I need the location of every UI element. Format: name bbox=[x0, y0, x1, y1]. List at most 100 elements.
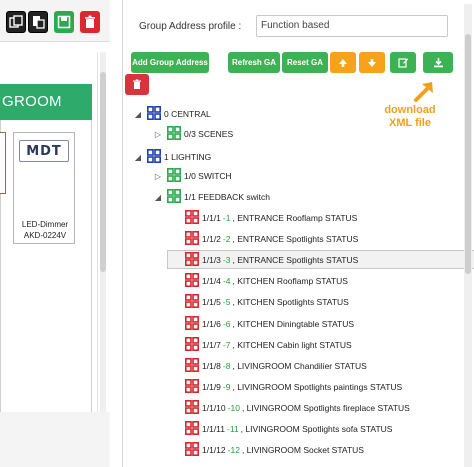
group-address-number: -6 bbox=[222, 318, 231, 329]
collapse-icon[interactable]: ◢ bbox=[133, 153, 143, 162]
left-toolbar bbox=[0, 0, 110, 42]
group-address-red-icon bbox=[185, 294, 199, 310]
group-address-code: 1/1/2 bbox=[202, 234, 221, 245]
group-address-label: , KITCHEN Rooflamp STATUS bbox=[232, 276, 348, 287]
group-address-panel: Group Address profile : Function based A… bbox=[122, 0, 474, 467]
group-address-code: 1/1/5 bbox=[202, 297, 221, 308]
tree-node-label: 1/0 SWITCH bbox=[184, 171, 232, 181]
group-address-label: , LIVINGROOM Socket STATUS bbox=[241, 445, 364, 456]
group-address-label: , ENTRANCE Spotlights STATUS bbox=[232, 255, 359, 266]
group-address-number: -3 bbox=[222, 255, 231, 266]
group-address-number: -12 bbox=[227, 445, 240, 456]
tree-node-scenes[interactable]: ▷ 0/3 SCENES bbox=[153, 124, 233, 144]
group-address-number: -2 bbox=[222, 234, 231, 245]
add-group-address-button[interactable]: Add Group Address bbox=[131, 52, 209, 73]
group-address-red-icon bbox=[185, 231, 199, 247]
group-address-red-icon bbox=[185, 421, 199, 437]
group-blue-icon bbox=[147, 106, 161, 122]
group-address-red-icon bbox=[185, 252, 199, 268]
download-icon bbox=[433, 58, 443, 68]
left-scrollbar[interactable] bbox=[100, 52, 106, 412]
group-address-number: -10 bbox=[227, 402, 240, 413]
tree-node-lighting[interactable]: ◢ 1 LIGHTING bbox=[133, 147, 211, 167]
room-panel: GROOM MDT LED-Dimmer AKD-0224V bbox=[0, 52, 98, 420]
expand-icon[interactable]: ▷ bbox=[153, 172, 163, 181]
group-address-number: -4 bbox=[222, 276, 231, 287]
delete-ga-button[interactable] bbox=[125, 74, 149, 95]
tree-node-switch[interactable]: ▷ 1/0 SWITCH bbox=[153, 166, 232, 186]
move-down-button[interactable] bbox=[359, 52, 385, 73]
group-address-item[interactable]: 1/1/2 -2, ENTRANCE Spotlights STATUS bbox=[185, 229, 358, 249]
group-address-item[interactable]: 1/1/1 -1, ENTRANCE Rooflamp STATUS bbox=[185, 208, 357, 228]
left-scrollbar-thumb[interactable] bbox=[100, 72, 106, 272]
collapse-icon[interactable]: ◢ bbox=[133, 110, 143, 119]
refresh-ga-button[interactable]: Refresh GA bbox=[228, 52, 280, 73]
group-address-item[interactable]: 1/1/11 -11, LIVINGROOM Spotlights sofa ST… bbox=[185, 419, 392, 439]
group-address-red-icon bbox=[185, 357, 199, 374]
device-model: AKD-0224V bbox=[23, 231, 67, 240]
group-address-code: 1/1/11 bbox=[202, 424, 226, 434]
group-address-red-icon bbox=[185, 442, 199, 458]
group-address-code: 1/1/6 bbox=[202, 318, 221, 329]
group-address-item[interactable]: 1/1/4 -4, KITCHEN Rooflamp STATUS bbox=[185, 271, 348, 291]
group-address-number: -7 bbox=[222, 339, 231, 350]
group-address-item[interactable]: 1/1/7 -7, KITCHEN Cabin light STATUS bbox=[185, 335, 352, 355]
group-green-icon bbox=[167, 168, 181, 184]
left-panel: GROOM MDT LED-Dimmer AKD-0224V bbox=[0, 0, 110, 467]
device-card[interactable]: MDT LED-Dimmer AKD-0224V bbox=[13, 132, 75, 244]
tree-node-feedback[interactable]: ◢ 1/1 FEEDBACK switch bbox=[153, 187, 270, 207]
group-address-number: -9 bbox=[222, 381, 231, 392]
profile-field[interactable]: Function based bbox=[256, 15, 448, 37]
group-address-item[interactable]: 1/1/10 -10, LIVINGROOM Spotlights firepla… bbox=[185, 398, 410, 418]
group-green-icon bbox=[167, 126, 181, 142]
expand-icon[interactable]: ▷ bbox=[153, 130, 163, 139]
right-scrollbar[interactable] bbox=[464, 4, 472, 467]
device-card-partial[interactable] bbox=[0, 132, 6, 194]
arrow-down-icon bbox=[368, 58, 376, 67]
mdt-logo: MDT bbox=[19, 140, 69, 162]
move-up-button[interactable] bbox=[330, 52, 356, 73]
group-address-red-icon bbox=[185, 399, 199, 416]
group-address-code: 1/1/8 bbox=[202, 360, 221, 371]
tree-node-label: 0 CENTRAL bbox=[164, 109, 211, 119]
tree-node-label: 0/3 SCENES bbox=[184, 129, 234, 139]
download-annotation: download XML file bbox=[384, 104, 436, 129]
save-icon bbox=[57, 15, 71, 29]
group-address-number: -8 bbox=[222, 360, 231, 371]
group-address-red-icon bbox=[185, 315, 199, 332]
edit-button[interactable] bbox=[390, 52, 416, 73]
group-address-item[interactable]: 1/1/8 -8, LIVINGROOM Chandilier STATUS bbox=[185, 356, 367, 376]
delete-button[interactable] bbox=[80, 11, 100, 33]
group-address-label: , LIVINGROOM Spotlights fireplace STATUS bbox=[241, 402, 410, 413]
group-address-label: , LIVINGROOM Spotlights sofa STATUS bbox=[240, 424, 393, 434]
group-address-item[interactable]: 1/1/12 -12, LIVINGROOM Socket STATUS bbox=[185, 440, 364, 460]
group-address-red-icon bbox=[185, 378, 199, 395]
download-xml-button[interactable] bbox=[423, 52, 453, 73]
group-address-code: 1/1/1 bbox=[202, 213, 221, 223]
tree-node-central[interactable]: ◢ 0 CENTRAL bbox=[133, 104, 211, 124]
copy-button[interactable] bbox=[6, 11, 26, 33]
reset-ga-button[interactable]: Reset GA bbox=[282, 52, 328, 73]
collapse-icon[interactable]: ◢ bbox=[153, 193, 163, 202]
device-name: LED-Dimmer bbox=[21, 220, 69, 229]
group-address-label: , ENTRANCE Spotlights STATUS bbox=[232, 234, 359, 245]
group-address-code: 1/1/9 bbox=[202, 381, 221, 392]
group-blue-icon bbox=[147, 149, 161, 165]
right-scrollbar-thumb[interactable] bbox=[465, 34, 471, 274]
group-address-number: -1 bbox=[222, 213, 231, 223]
paste-button[interactable] bbox=[28, 11, 48, 33]
save-button[interactable] bbox=[54, 11, 74, 33]
arrow-up-icon bbox=[339, 58, 347, 67]
trash-icon bbox=[133, 79, 141, 89]
profile-label: Group Address profile : bbox=[139, 21, 242, 32]
group-address-label: , KITCHEN Spotlights STATUS bbox=[232, 297, 349, 308]
group-address-label: , LIVINGROOM Spotlights paintings STATUS bbox=[232, 381, 403, 392]
group-address-item[interactable]: 1/1/3 -3, ENTRANCE Spotlights STATUS bbox=[185, 250, 358, 270]
group-address-item[interactable]: 1/1/6 -6, KITCHEN Diningtable STATUS bbox=[185, 314, 354, 334]
group-address-label: , ENTRANCE Rooflamp STATUS bbox=[232, 213, 358, 223]
tree-node-label: 1/1 FEEDBACK switch bbox=[184, 192, 270, 202]
copy-icon bbox=[9, 15, 23, 28]
group-address-code: 1/1/4 bbox=[202, 276, 221, 287]
group-address-item[interactable]: 1/1/5 -5, KITCHEN Spotlights STATUS bbox=[185, 292, 349, 312]
group-address-item[interactable]: 1/1/9 -9, LIVINGROOM Spotlights paintings… bbox=[185, 377, 402, 397]
